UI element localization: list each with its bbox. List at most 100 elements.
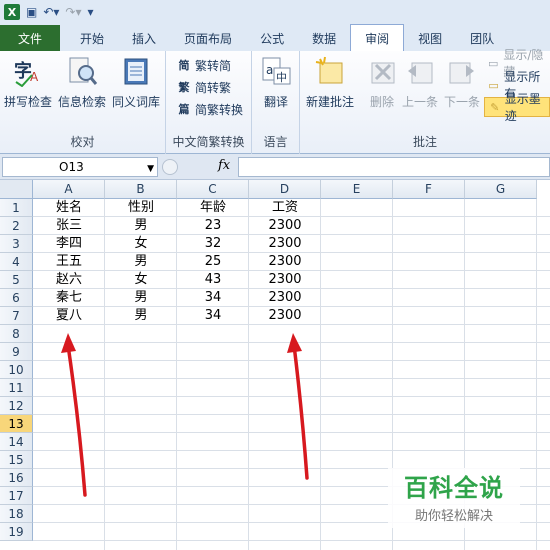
row-header[interactable]: 11 <box>0 379 33 397</box>
row-header[interactable]: 18 <box>0 505 33 523</box>
table-cell[interactable]: 王五 <box>33 253 105 271</box>
customize-dropdown-icon[interactable]: ▾ <box>88 5 94 19</box>
table-cell[interactable]: 年龄 <box>177 199 249 217</box>
formula-input[interactable] <box>238 157 550 177</box>
table-cell[interactable]: 工资 <box>249 199 321 217</box>
table-cell[interactable]: 男 <box>105 253 177 271</box>
table-cell[interactable]: 男 <box>105 289 177 307</box>
table-cell[interactable]: 2300 <box>249 289 321 307</box>
table-cell[interactable]: 2300 <box>249 271 321 289</box>
row-header[interactable]: 4 <box>0 253 33 271</box>
tab-insert[interactable]: 插入 <box>118 25 170 51</box>
watermark-title: 百科全说 <box>404 474 504 502</box>
table-cell[interactable]: 43 <box>177 271 249 289</box>
tab-review[interactable]: 审阅 <box>350 24 405 51</box>
column-header[interactable]: A <box>33 180 105 199</box>
select-all-corner[interactable] <box>0 180 33 199</box>
translate-button[interactable]: a中 翻译 <box>260 55 292 110</box>
research-button[interactable]: 信息检索 <box>58 55 106 110</box>
tab-file[interactable]: 文件 <box>0 25 61 51</box>
table-cell[interactable]: 2300 <box>249 235 321 253</box>
table-cell[interactable]: 女 <box>105 271 177 289</box>
translate-label: 翻译 <box>263 95 288 109</box>
tab-page-layout[interactable]: 页面布局 <box>170 25 246 51</box>
new-comment-label: 新建批注 <box>306 95 355 109</box>
comments-group-label: 批注 <box>412 135 437 149</box>
gridline <box>33 414 550 415</box>
table-cell[interactable]: 女 <box>105 235 177 253</box>
row-header[interactable]: 13 <box>0 415 33 433</box>
table-cell[interactable]: 赵六 <box>33 271 105 289</box>
row-header[interactable]: 3 <box>0 235 33 253</box>
tab-formulas[interactable]: 公式 <box>246 25 298 51</box>
name-box-dropdown-icon[interactable]: ▼ <box>147 160 154 178</box>
thesaurus-label: 同义词库 <box>112 95 161 109</box>
table-cell[interactable]: 2300 <box>249 253 321 271</box>
traditional-to-simplified-button[interactable]: 简 繁转简 <box>176 55 232 75</box>
table-cell[interactable]: 25 <box>177 253 249 271</box>
show-ink-button[interactable]: ✎ 显示墨迹 <box>484 92 550 123</box>
formula-cancel-button[interactable] <box>162 159 178 175</box>
translate-icon: a中 <box>260 55 292 87</box>
simplified-traditional-convert-button[interactable]: 篇 简繁转换 <box>176 99 244 119</box>
table-cell[interactable]: 夏八 <box>33 307 105 325</box>
comments-group: 新建批注 删除 上一条 下一条 ▭ 显示/隐藏 ▭ 显示所有 ✎ 显示墨迹 批注 <box>300 48 550 154</box>
row-header[interactable]: 1 <box>0 199 33 217</box>
row-header[interactable]: 12 <box>0 397 33 415</box>
column-header[interactable]: E <box>321 180 393 199</box>
next-comment-button[interactable]: 下一条 <box>444 55 480 110</box>
simplified-to-traditional-icon: 繁 <box>178 81 190 94</box>
new-comment-button[interactable]: 新建批注 <box>306 55 354 110</box>
row-header[interactable]: 6 <box>0 289 33 307</box>
table-cell[interactable]: 23 <box>177 217 249 235</box>
row-header[interactable]: 16 <box>0 469 33 487</box>
redo-icon[interactable]: ↷▾ <box>65 5 81 19</box>
proofing-group: 字A 拼写检查 信息检索 同义词库 校对 <box>0 51 166 154</box>
table-cell[interactable]: 34 <box>177 307 249 325</box>
insert-function-button[interactable]: fx <box>218 158 230 173</box>
table-cell[interactable]: 32 <box>177 235 249 253</box>
row-header[interactable]: 8 <box>0 325 33 343</box>
gridline <box>33 378 550 379</box>
column-header[interactable]: D <box>249 180 321 199</box>
table-cell[interactable]: 男 <box>105 217 177 235</box>
spell-check-button[interactable]: 字A 拼写检查 <box>4 55 52 110</box>
table-cell[interactable]: 李四 <box>33 235 105 253</box>
ribbon: 字A 拼写检查 信息检索 同义词库 校对 简 繁转简 繁 简转繁 篇 简繁转换 … <box>0 48 550 154</box>
table-cell[interactable]: 姓名 <box>33 199 105 217</box>
table-cell[interactable]: 性别 <box>105 199 177 217</box>
undo-icon[interactable]: ↶▾ <box>43 5 59 19</box>
row-header[interactable]: 2 <box>0 217 33 235</box>
table-cell[interactable]: 男 <box>105 307 177 325</box>
gridline <box>33 450 550 451</box>
column-header[interactable]: G <box>465 180 537 199</box>
column-header[interactable]: C <box>177 180 249 199</box>
row-header[interactable]: 9 <box>0 343 33 361</box>
row-header[interactable]: 10 <box>0 361 33 379</box>
row-header[interactable]: 14 <box>0 433 33 451</box>
row-header[interactable]: 7 <box>0 307 33 325</box>
table-cell[interactable]: 张三 <box>33 217 105 235</box>
tab-team[interactable]: 团队 <box>456 25 508 51</box>
tab-home[interactable]: 开始 <box>66 25 118 51</box>
table-cell[interactable]: 秦七 <box>33 289 105 307</box>
column-header[interactable]: F <box>393 180 465 199</box>
thesaurus-button[interactable]: 同义词库 <box>112 55 160 110</box>
table-cell[interactable]: 2300 <box>249 217 321 235</box>
tab-data[interactable]: 数据 <box>298 25 350 51</box>
delete-comment-button[interactable]: 删除 <box>366 55 398 110</box>
tab-view[interactable]: 视图 <box>404 25 456 51</box>
show-ink-icon: ✎ <box>490 100 500 114</box>
row-header[interactable]: 19 <box>0 523 33 541</box>
save-icon[interactable]: ▣ <box>26 5 37 19</box>
spell-check-label: 拼写检查 <box>4 95 53 109</box>
column-header[interactable]: B <box>105 180 177 199</box>
row-header[interactable]: 17 <box>0 487 33 505</box>
name-box[interactable]: O13 ▼ <box>2 157 158 177</box>
table-cell[interactable]: 2300 <box>249 307 321 325</box>
previous-comment-button[interactable]: 上一条 <box>402 55 438 110</box>
table-cell[interactable]: 34 <box>177 289 249 307</box>
row-header[interactable]: 15 <box>0 451 33 469</box>
row-header[interactable]: 5 <box>0 271 33 289</box>
simplified-to-traditional-button[interactable]: 繁 简转繁 <box>176 77 232 97</box>
